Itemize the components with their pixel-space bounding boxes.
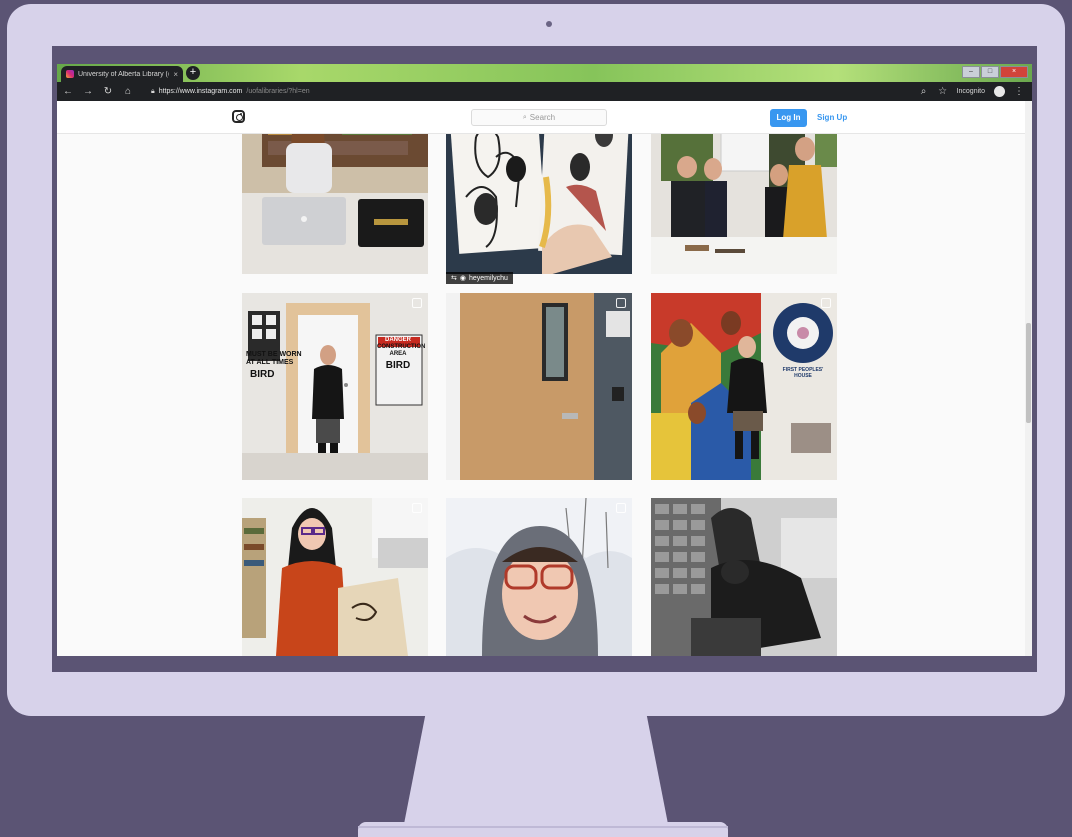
tab-bar: University of Alberta Library (@u × + – … (57, 64, 1032, 82)
login-button[interactable]: Log In (770, 109, 807, 127)
sign-line: BIRD (385, 360, 411, 371)
close-icon[interactable]: × (173, 70, 178, 79)
address-bar[interactable]: 🔒︎ https://www.instagram.com/uofalibrari… (151, 88, 310, 96)
search-icon: ⌕ (522, 113, 527, 121)
bird-sign-left: BIRD (250, 369, 275, 380)
home-icon[interactable]: ⌂ (123, 86, 133, 97)
post-tile[interactable] (242, 498, 428, 656)
menu-icon[interactable]: ⋮ (1014, 86, 1024, 97)
post-tile[interactable] (446, 498, 632, 656)
browser-toolbar: ← → ↻ ⌂ 🔒︎ https://www.instagram.com/uof… (57, 82, 1032, 101)
bookmark-star-icon[interactable]: ☆ (938, 86, 948, 97)
safety-sign: MUST BE WORN AT ALL TIMES (246, 351, 302, 367)
browser-window: University of Alberta Library (@u × + – … (57, 64, 1032, 656)
incognito-icon[interactable] (994, 86, 1005, 97)
forward-arrow-icon[interactable]: → (83, 86, 93, 97)
sign-line: DANGER (384, 337, 411, 343)
credit-username: heyemilychu (468, 274, 508, 282)
incognito-label: Incognito (956, 88, 985, 95)
monitor-base (358, 822, 728, 837)
minimize-button[interactable]: – (962, 66, 980, 78)
post-tile[interactable]: MUST BE WORN AT ALL TIMES BIRD DANGER CO… (242, 293, 428, 480)
post-image (446, 498, 632, 656)
monitor-stand (404, 716, 668, 824)
post-image (446, 293, 632, 480)
reload-icon[interactable]: ↻ (103, 86, 113, 97)
post-image (242, 293, 428, 480)
instagram-favicon-icon (66, 70, 74, 78)
scroll-thumb[interactable] (1026, 323, 1031, 423)
repost-icon: ⇆ (451, 275, 457, 282)
post-image (651, 293, 837, 480)
new-tab-button[interactable]: + (186, 66, 200, 80)
lock-icon: 🔒︎ (151, 87, 155, 95)
toolbar-right: ⌕ ☆ Incognito ⋮ (919, 82, 1024, 101)
instagram-logo-icon[interactable] (232, 110, 245, 123)
danger-sign: DANGER CONSTRUCTION AREA BIRD (377, 337, 426, 372)
browser-tab[interactable]: University of Alberta Library (@u × (61, 66, 183, 82)
sign-line: AT ALL TIMES (246, 359, 294, 366)
post-tile[interactable]: FIRST PEOPLES' HOUSE (651, 293, 837, 480)
multi-photo-icon (616, 503, 626, 513)
zoom-icon[interactable]: ⌕ (919, 86, 929, 97)
multi-photo-icon (821, 298, 831, 308)
instagram-header: ⌕ Search Log In Sign Up (57, 101, 1025, 134)
sign-line: CONSTRUCTION (377, 344, 426, 350)
multi-photo-icon (412, 298, 422, 308)
search-placeholder: Search (529, 113, 556, 122)
avatar-icon: ◉ (459, 275, 466, 282)
back-arrow-icon[interactable]: ← (63, 86, 73, 97)
close-window-button[interactable]: × (1000, 66, 1028, 78)
post-tile[interactable] (651, 498, 837, 656)
post-image (651, 498, 837, 656)
window-controls: – □ × (962, 66, 1028, 78)
post-image (242, 498, 428, 656)
scrollbar[interactable] (1025, 101, 1032, 656)
sign-line: AREA (389, 351, 407, 357)
webcam (546, 21, 552, 27)
multi-photo-icon (616, 298, 626, 308)
post-tile[interactable] (446, 293, 632, 480)
url-path: /uofalibraries/?hl=en (246, 88, 310, 95)
sign-line: MUST BE WORN (246, 351, 302, 358)
tab-title: University of Alberta Library (@u (78, 70, 170, 78)
url-host: https://www.instagram.com (158, 88, 243, 95)
instagram-page: ⇆ ◉ heyemilychu MUST BE WORN AT ALL TIME… (57, 101, 1025, 656)
signup-link[interactable]: Sign Up (817, 109, 847, 127)
multi-photo-icon (412, 503, 422, 513)
maximize-button[interactable]: □ (981, 66, 999, 78)
first-peoples-house-sign: FIRST PEOPLES' HOUSE (782, 367, 824, 379)
search-input[interactable]: ⌕ Search (471, 109, 607, 126)
repost-credit: ⇆ ◉ heyemilychu (446, 272, 513, 284)
